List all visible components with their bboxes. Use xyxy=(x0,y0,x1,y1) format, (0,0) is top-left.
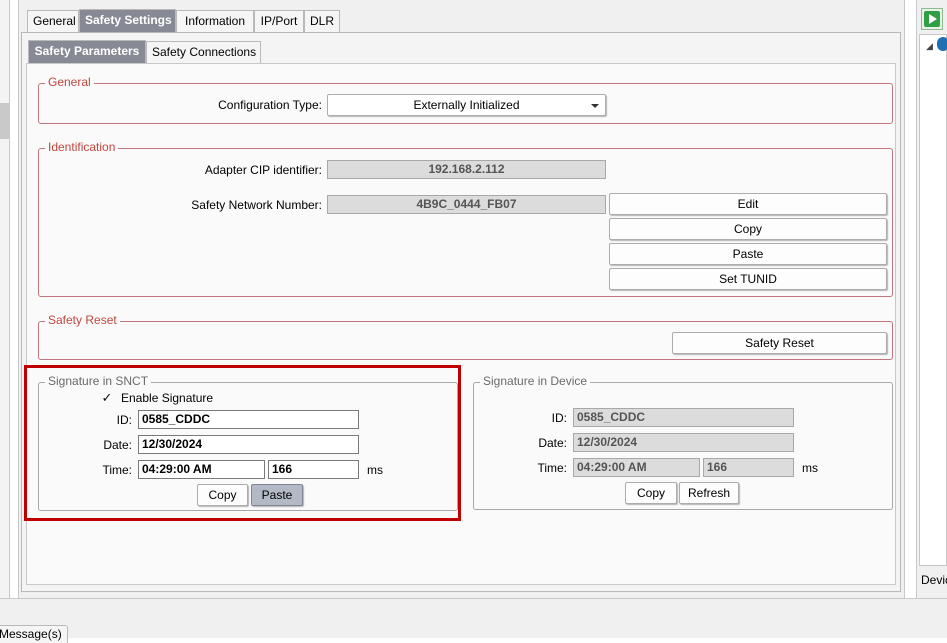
device-ms-label: ms xyxy=(802,461,818,475)
device-tree-panel: ◢ xyxy=(919,34,947,566)
config-type-value: Externally Initialized xyxy=(413,98,520,112)
config-type-select[interactable]: Externally Initialized xyxy=(327,94,606,116)
safety-reset-button[interactable]: Safety Reset xyxy=(672,332,887,354)
paste-snn-button[interactable]: Paste xyxy=(609,243,887,265)
device-time-field: 04:29:00 AM xyxy=(573,458,700,477)
tab-safety-parameters[interactable]: Safety Parameters xyxy=(28,40,146,63)
tab-information[interactable]: Information xyxy=(176,10,254,32)
general-group: General Configuration Type: Externally I… xyxy=(38,75,893,124)
device-date-label: Date: xyxy=(538,436,567,450)
tree-expand-icon[interactable]: ◢ xyxy=(926,41,933,52)
device-id-field: 0585_CDDC xyxy=(573,408,794,427)
device-refresh-button[interactable]: Refresh xyxy=(679,482,739,504)
run-toolbar-button[interactable] xyxy=(921,8,943,30)
signature-device-legend: Signature in Device xyxy=(480,374,591,388)
adapter-cip-field: 192.168.2.112 xyxy=(327,160,606,179)
safety-reset-group: Safety Reset Safety Reset xyxy=(38,313,893,360)
snn-field: 4B9C_0444_FB07 xyxy=(327,195,606,214)
copy-snn-button[interactable]: Copy xyxy=(609,218,887,240)
adapter-cip-label: Adapter CIP identifier: xyxy=(204,163,322,177)
signature-device-group: Signature in Device ID: 0585_CDDC Date: … xyxy=(473,374,893,510)
snn-label: Safety Network Number: xyxy=(191,198,322,212)
safety-reset-group-legend: Safety Reset xyxy=(45,313,120,327)
left-edge-selection xyxy=(0,103,10,139)
play-icon xyxy=(924,11,940,27)
tab-general[interactable]: General xyxy=(27,10,79,32)
tab-ip-port[interactable]: IP/Port xyxy=(254,10,304,32)
chevron-down-icon xyxy=(591,104,599,108)
tab-safety-connections[interactable]: Safety Connections xyxy=(146,41,261,63)
device-ms-field: 166 xyxy=(703,458,794,477)
tab-safety-settings[interactable]: Safety Settings xyxy=(79,9,176,32)
config-type-label: Configuration Type: xyxy=(218,98,322,112)
identification-group-legend: Identification xyxy=(45,140,119,154)
identification-group: Identification Adapter CIP identifier: 1… xyxy=(38,140,893,297)
device-id-label: ID: xyxy=(551,411,567,425)
messages-tab[interactable]: Message(s) xyxy=(0,625,68,643)
left-edge-panel xyxy=(0,0,10,598)
tab-dlr[interactable]: DLR xyxy=(304,10,340,32)
bottom-bar: Message(s) xyxy=(0,598,947,643)
right-panel: ◢ Devic xyxy=(916,0,947,598)
device-time-label: Time: xyxy=(537,461,567,475)
edit-button[interactable]: Edit xyxy=(609,193,887,215)
highlight-box xyxy=(24,365,461,521)
device-tab-label[interactable]: Devic xyxy=(921,573,947,587)
device-date-field: 12/30/2024 xyxy=(573,433,794,452)
set-tunid-button[interactable]: Set TUNID xyxy=(609,268,887,290)
device-node-icon[interactable] xyxy=(937,37,947,51)
device-copy-button[interactable]: Copy xyxy=(625,482,677,504)
general-group-legend: General xyxy=(45,75,94,89)
